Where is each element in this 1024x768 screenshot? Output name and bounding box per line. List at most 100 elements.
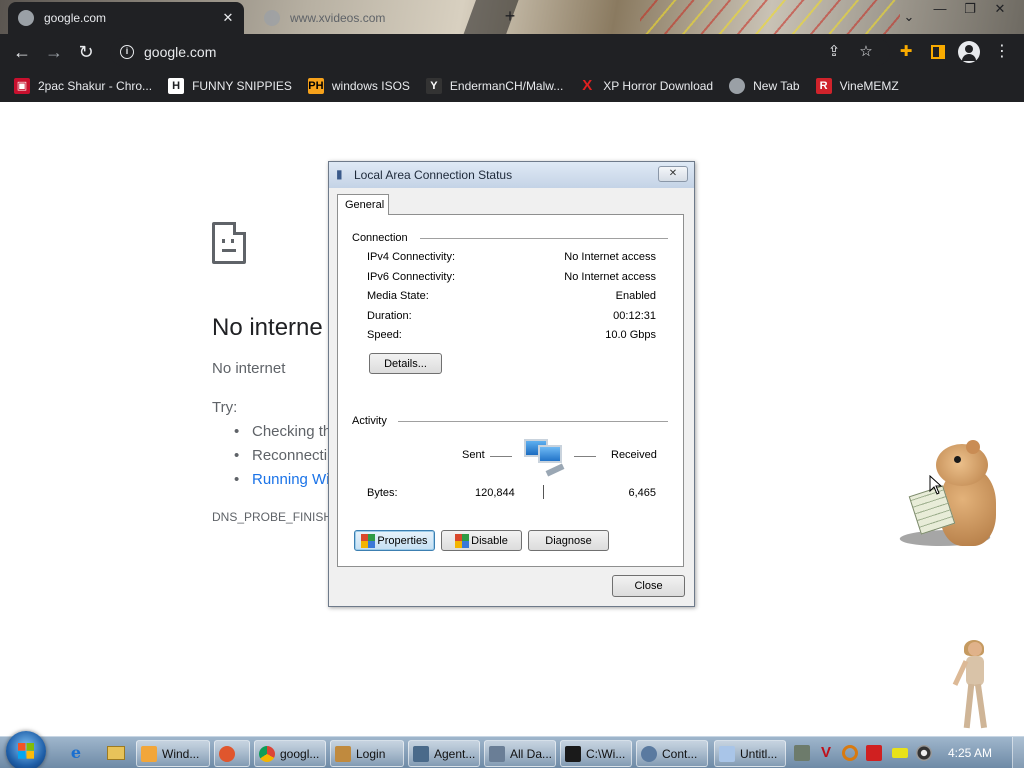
taskbar-item-login[interactable]: Login	[330, 740, 404, 767]
extensions-icon[interactable]: ✚	[896, 42, 916, 62]
yp-icon: Y	[425, 78, 442, 94]
back-button[interactable]: ←	[10, 40, 34, 64]
address-bar[interactable]: i google.com	[110, 38, 890, 66]
r-icon: R	[815, 78, 832, 94]
error-title: No interne	[212, 314, 323, 341]
properties-button[interactable]: Properties	[354, 530, 435, 551]
login-icon	[335, 745, 351, 762]
info-icon[interactable]: i	[120, 45, 134, 59]
bookmark-xp-horror[interactable]: X XP Horror Download	[579, 78, 713, 94]
chrome-icon	[259, 745, 275, 762]
tab-google[interactable]: google.com ✕	[8, 2, 244, 34]
speed-label: Speed:	[367, 329, 402, 341]
taskbar-item-control-panel[interactable]: Cont...	[636, 740, 708, 767]
taskbar-item-agent[interactable]: Agent...	[408, 740, 480, 767]
maximize-button[interactable]: ❐	[955, 0, 985, 18]
start-button[interactable]	[6, 731, 46, 768]
dancing-figure-desktop-pet[interactable]	[952, 640, 1002, 738]
h-icon: H	[168, 78, 185, 94]
bytes-received-value: 6,465	[628, 487, 656, 499]
connection-group-label: Connection	[352, 232, 408, 244]
tab-xvideos[interactable]: www.xvideos.com	[254, 2, 490, 34]
kebab-menu-icon[interactable]: ⋮	[992, 42, 1012, 62]
taskbar-item-all-data[interactable]: All Da...	[484, 740, 556, 767]
close-window-button[interactable]: ✕	[985, 0, 1015, 18]
globe-icon	[729, 78, 746, 94]
media-state-label: Media State:	[367, 290, 429, 302]
sad-document-icon	[212, 222, 246, 264]
profile-avatar-icon[interactable]	[958, 41, 980, 63]
network-computers-icon	[524, 437, 566, 477]
ipv6-label: IPv6 Connectivity:	[367, 271, 456, 283]
group-divider	[398, 421, 668, 422]
bytes-label: Bytes:	[367, 487, 398, 499]
activity-divider	[543, 485, 544, 499]
sent-line	[490, 456, 512, 457]
ph-icon: PH	[307, 78, 324, 94]
internet-explorer-icon[interactable]: e	[64, 741, 88, 765]
share-icon[interactable]: ⇪	[824, 42, 844, 62]
received-line	[574, 456, 596, 457]
tab-general[interactable]: General	[337, 194, 389, 215]
hamster-desktop-pet[interactable]	[895, 440, 1000, 550]
forward-button[interactable]: →	[42, 40, 66, 64]
taskbar-item-app[interactable]	[214, 740, 250, 767]
suggestion-link[interactable]: Running Wi	[234, 468, 335, 492]
suggestion-list: Checking th Reconnectin Running Wi	[234, 420, 335, 492]
tray-v-icon[interactable]: V	[818, 745, 834, 761]
taskbar-item-chrome[interactable]: googl...	[254, 740, 326, 767]
details-button[interactable]: Details...	[369, 353, 442, 374]
general-panel: Connection IPv4 Connectivity: No Interne…	[337, 214, 684, 567]
bookmark-new-tab[interactable]: New Tab	[729, 78, 800, 94]
chevron-down-icon[interactable]: ⌄	[894, 8, 924, 26]
tab-strip: google.com ✕ www.xvideos.com + ⌄ — ❐ ✕	[0, 0, 1024, 34]
dialog-titlebar[interactable]: ▮ Local Area Connection Status ✕	[329, 162, 694, 188]
globe-icon	[18, 10, 34, 26]
bookmark-vinememz[interactable]: R VineMEMZ	[815, 78, 899, 94]
ipv4-label: IPv4 Connectivity:	[367, 251, 456, 263]
bookmark-funny-snippies[interactable]: H FUNNY SNIPPIES	[168, 78, 292, 94]
bookmark-windows-isos[interactable]: PH windows ISOS	[307, 78, 410, 94]
disable-button[interactable]: Disable	[441, 530, 522, 551]
tray-app-icon[interactable]	[794, 745, 810, 761]
wallpaper-splat	[640, 0, 900, 34]
activity-group-label: Activity	[352, 415, 387, 427]
bookmark-endermanch[interactable]: Y EndermanCH/Malw...	[425, 78, 563, 94]
reload-button[interactable]: ↻	[74, 40, 98, 64]
uac-shield-icon	[455, 533, 470, 548]
media-state-value: Enabled	[615, 290, 656, 302]
taskbar-item-cmd[interactable]: C:\Wi...	[560, 740, 632, 767]
taskbar-item-notepad[interactable]: Untitl...	[714, 740, 786, 767]
volume-icon[interactable]	[916, 745, 932, 761]
star-icon[interactable]: ☆	[856, 42, 876, 62]
close-button[interactable]: Close	[612, 575, 685, 597]
new-tab-button[interactable]: +	[500, 6, 520, 26]
windows-taskbar: e Wind... googl... Login Agent... All Da…	[0, 731, 1024, 768]
control-panel-icon	[641, 745, 657, 762]
tray-search-icon[interactable]	[842, 745, 858, 761]
taskbar-item-media-player[interactable]: Wind...	[136, 740, 210, 767]
flag-icon[interactable]	[866, 745, 882, 761]
received-label: Received	[611, 449, 657, 461]
try-label: Try:	[212, 399, 238, 416]
diagnose-button[interactable]: Diagnose	[528, 530, 609, 551]
dialog-close-button[interactable]: ✕	[658, 166, 688, 182]
taskbar-clock[interactable]: 4:25 AM	[948, 746, 992, 760]
tab-title: google.com	[44, 11, 107, 25]
minimize-button[interactable]: —	[925, 0, 955, 18]
bytes-sent-value: 120,844	[475, 487, 515, 499]
agent-icon	[413, 745, 429, 762]
show-desktop-button[interactable]	[1012, 737, 1024, 768]
folder-icon[interactable]	[104, 741, 128, 765]
globe-icon	[264, 10, 280, 26]
bookmarks-bar: ▣ 2pac Shakur - Chro... H FUNNY SNIPPIES…	[0, 70, 1024, 102]
x-icon: X	[582, 77, 593, 94]
suggestion-item: Reconnectin	[234, 444, 335, 468]
side-panel-icon[interactable]	[928, 42, 948, 62]
notepad-icon	[719, 745, 735, 762]
uac-shield-icon	[361, 533, 376, 548]
battery-icon[interactable]	[892, 748, 908, 758]
bookmark-2pac[interactable]: ▣ 2pac Shakur - Chro...	[14, 78, 152, 94]
network-adapter-icon: ▮	[336, 167, 343, 181]
close-icon[interactable]: ✕	[220, 10, 236, 26]
